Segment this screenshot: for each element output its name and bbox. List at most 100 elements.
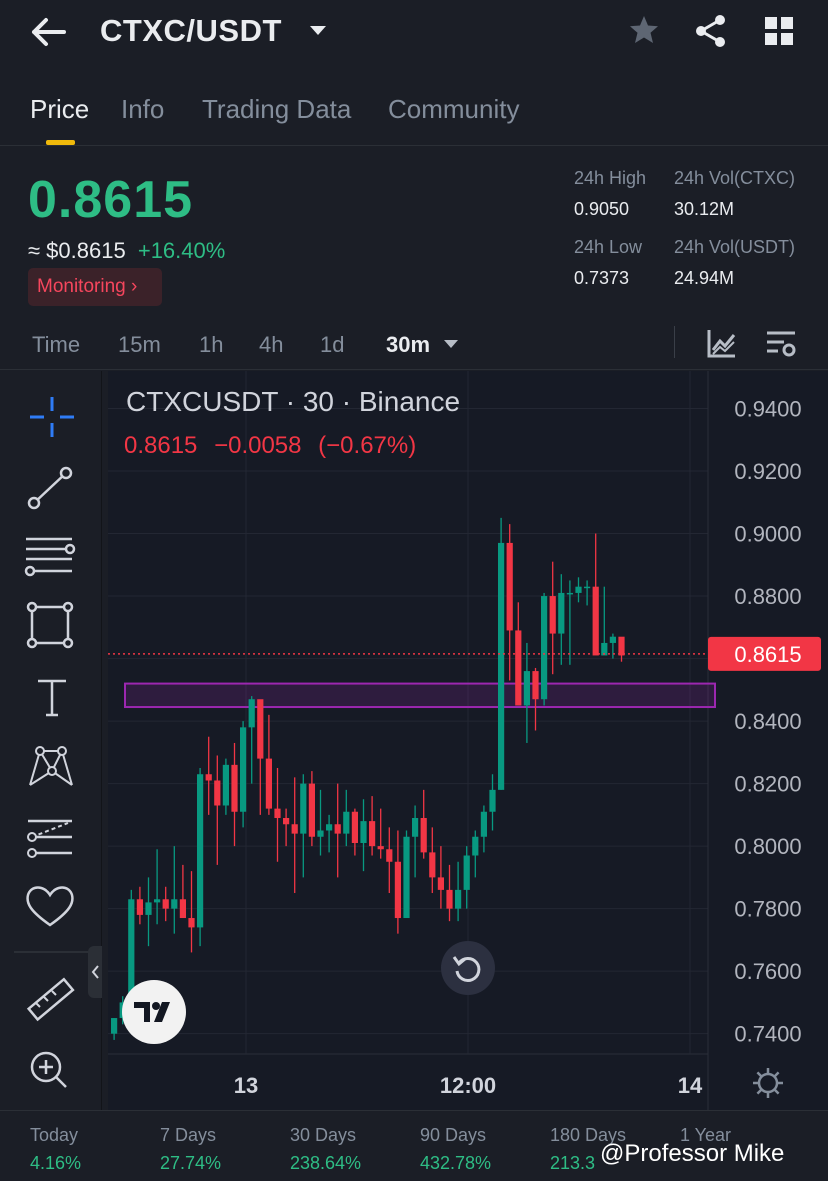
candle-body bbox=[480, 811, 487, 837]
candle-body bbox=[351, 811, 358, 844]
star-icon[interactable] bbox=[626, 12, 662, 48]
vol-base-value: 30.12M bbox=[674, 199, 735, 219]
candle-body bbox=[489, 789, 496, 812]
candle-body bbox=[154, 899, 161, 903]
candle-body bbox=[515, 630, 522, 706]
indicator-icon[interactable] bbox=[705, 326, 739, 360]
low-value: 0.7373 bbox=[574, 268, 630, 288]
candle-body bbox=[437, 877, 444, 890]
candle-body bbox=[575, 586, 582, 593]
caret-down-icon[interactable] bbox=[306, 20, 330, 40]
candle-body bbox=[300, 783, 307, 834]
prediction-icon[interactable] bbox=[22, 811, 78, 863]
candle-body bbox=[283, 817, 290, 825]
candle-body bbox=[549, 596, 556, 634]
price-axis-label: 0.8000 bbox=[734, 834, 801, 859]
fib-icon[interactable] bbox=[22, 531, 78, 583]
candlestick-chart[interactable]: 0.94000.92000.90000.88000.86000.84000.82… bbox=[108, 371, 828, 1110]
price-axis-label: 0.7800 bbox=[734, 897, 801, 922]
chart-ohlc-readout: 0.8615 −0.0058 (−0.67%) bbox=[124, 432, 426, 460]
ruler-icon[interactable] bbox=[22, 975, 78, 1027]
candle-body bbox=[360, 821, 367, 844]
period-value: 432.78% bbox=[420, 1153, 492, 1173]
candle-body bbox=[394, 861, 401, 919]
candle-body bbox=[257, 699, 264, 759]
candle-body bbox=[188, 918, 195, 928]
chart-grid bbox=[108, 371, 709, 1110]
active-tab-indicator bbox=[46, 140, 75, 145]
tf-1d[interactable]: 1d bbox=[320, 332, 344, 358]
candle-body bbox=[317, 830, 324, 837]
tf-15m[interactable]: 15m bbox=[118, 332, 161, 358]
period-label: 90 Days bbox=[420, 1125, 487, 1145]
pair-title[interactable]: CTXC/USDT bbox=[100, 13, 282, 49]
candle-body bbox=[420, 817, 427, 853]
price-axis-label: 0.7600 bbox=[734, 959, 801, 984]
back-arrow-icon[interactable] bbox=[26, 12, 72, 52]
timeframe-bar: Time 15m 1h 4h 1d 30m bbox=[0, 320, 828, 370]
period-label: 7 Days bbox=[160, 1125, 217, 1145]
toolbar-collapse-button[interactable] bbox=[88, 946, 102, 998]
period-label: 30 Days bbox=[290, 1125, 357, 1145]
candle-body bbox=[231, 764, 238, 812]
candle-body bbox=[179, 899, 186, 919]
tab-community[interactable]: Community bbox=[388, 94, 519, 125]
candle-body bbox=[222, 764, 229, 806]
trendline-icon[interactable] bbox=[22, 461, 78, 513]
rectangle-icon[interactable] bbox=[22, 601, 78, 653]
reset-chart-icon[interactable] bbox=[441, 941, 495, 995]
chart-symbol-title: CTXCUSDT · 30 · Binance bbox=[126, 386, 461, 417]
candle-body bbox=[145, 902, 152, 915]
crosshair-icon[interactable] bbox=[22, 391, 78, 443]
candle-body bbox=[214, 780, 221, 806]
tf-1h[interactable]: 1h bbox=[199, 332, 223, 358]
candle-body bbox=[429, 852, 436, 878]
candle-body bbox=[197, 774, 204, 928]
grid-icon[interactable] bbox=[760, 12, 800, 50]
period-value: 238.64% bbox=[290, 1153, 362, 1173]
candle-body bbox=[463, 855, 470, 890]
toolbar-divider bbox=[14, 951, 88, 953]
tf-time[interactable]: Time bbox=[32, 332, 80, 358]
tf-selected[interactable]: 30m bbox=[386, 332, 430, 358]
candle-body bbox=[291, 824, 298, 834]
monitoring-button[interactable]: Monitoring › bbox=[28, 268, 162, 306]
candle-body bbox=[584, 586, 591, 589]
header: CTXC/USDT bbox=[0, 0, 828, 70]
candle-body bbox=[618, 636, 625, 656]
price-axis-label: 0.9400 bbox=[734, 397, 801, 422]
chart-last-value: 0.8615 bbox=[124, 432, 198, 459]
tf-caret-down-icon[interactable] bbox=[442, 337, 460, 351]
candle-body bbox=[377, 846, 384, 850]
text-icon[interactable] bbox=[22, 671, 78, 723]
share-icon[interactable] bbox=[692, 12, 730, 50]
candle-body bbox=[541, 596, 548, 700]
tab-info[interactable]: Info bbox=[121, 94, 164, 125]
period-value: 27.74% bbox=[160, 1153, 222, 1173]
price-axis-label: 0.8800 bbox=[734, 584, 801, 609]
candle-body bbox=[136, 899, 143, 915]
candle-body bbox=[566, 592, 573, 595]
price-tag-text: 0.8615 bbox=[734, 642, 801, 667]
tab-trading-data[interactable]: Trading Data bbox=[202, 94, 351, 125]
chart-area[interactable]: 0.94000.92000.90000.88000.86000.84000.82… bbox=[108, 371, 828, 1110]
candle-body bbox=[334, 824, 341, 834]
pattern-icon[interactable] bbox=[22, 741, 78, 793]
tf-4h[interactable]: 4h bbox=[259, 332, 283, 358]
period-label: Today bbox=[30, 1125, 79, 1145]
tradingview-logo bbox=[122, 980, 186, 1044]
percent-change: +16.40% bbox=[137, 238, 226, 263]
last-price: 0.8615 bbox=[28, 171, 194, 229]
favorite-icon[interactable] bbox=[22, 881, 78, 933]
usd-price: ≈ $0.8615 bbox=[28, 238, 126, 263]
zoom-icon[interactable] bbox=[22, 1045, 78, 1097]
candle-body bbox=[308, 783, 315, 837]
time-axis: 13 12:00 14 bbox=[234, 1073, 703, 1098]
price-axis-label: 0.7400 bbox=[734, 1022, 801, 1047]
price-axis-label: 0.9000 bbox=[734, 522, 801, 547]
chart-settings-gear-icon[interactable] bbox=[753, 1068, 783, 1098]
tab-price[interactable]: Price bbox=[30, 94, 89, 125]
divider bbox=[674, 326, 675, 358]
chart-settings-icon[interactable] bbox=[764, 326, 798, 360]
time-axis-label: 13 bbox=[234, 1073, 258, 1098]
